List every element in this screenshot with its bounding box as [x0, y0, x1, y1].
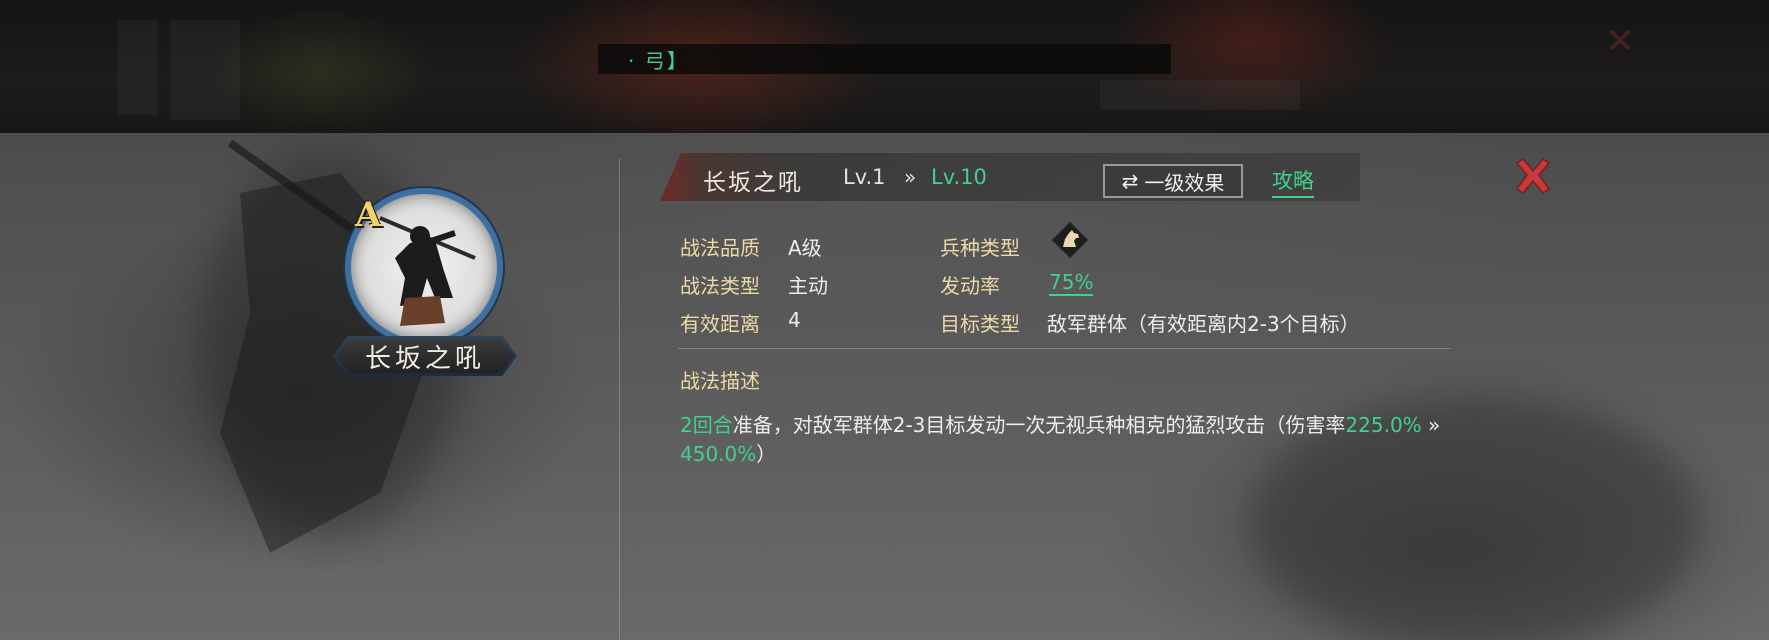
description-text: 准备，对敌军群体2-3目标发动一次无视兵种相克的猛烈攻击（伤害率	[732, 413, 1346, 437]
description-damage-from: 225.0%	[1345, 413, 1422, 437]
panel-divider	[619, 158, 620, 640]
cavalry-horse-icon	[1051, 221, 1089, 259]
description-body: 2回合准备，对敌军群体2-3目标发动一次无视兵种相克的猛烈攻击（伤害率225.0…	[680, 411, 1460, 469]
description-title: 战法描述	[680, 369, 760, 393]
description-rounds: 2回合	[680, 413, 733, 437]
level-max: Lv.10	[931, 165, 987, 189]
troop-type-label: 兵种类型	[940, 236, 1020, 260]
trigger-rate-label: 发动率	[940, 274, 1000, 298]
warrior-figure-icon	[379, 216, 476, 326]
level-effect-toggle-label: 一级效果	[1144, 170, 1225, 195]
skill-name-label: 长坂之吼	[364, 343, 485, 374]
swap-icon: ⇄	[1121, 169, 1139, 193]
target-type-label: 目标类型	[940, 312, 1020, 336]
level-arrow-icon: »	[904, 165, 917, 189]
quality-label: 战法品质	[680, 236, 760, 260]
background-decor	[118, 20, 158, 115]
range-label: 有效距离	[680, 312, 760, 336]
skill-grade-badge: A	[355, 195, 382, 235]
skill-detail-panel: A 长坂之吼 长坂之吼 Lv.1 » Lv.10 ⇄ 一级效果 攻略 战法品质 …	[0, 133, 1769, 640]
quality-value: A级	[788, 236, 822, 260]
level-effect-toggle-button[interactable]: ⇄ 一级效果	[1103, 164, 1243, 198]
section-divider	[678, 348, 1451, 349]
description-damage-to: 450.0%	[680, 442, 757, 466]
close-icon	[1515, 158, 1551, 194]
skill-title: 长坂之吼	[703, 170, 803, 196]
guide-link[interactable]: 攻略	[1272, 165, 1314, 198]
type-value: 主动	[788, 274, 828, 298]
skill-name-plate: 长坂之吼	[333, 336, 517, 376]
description-arrow: »	[1421, 413, 1441, 437]
level-current: Lv.1	[843, 165, 886, 189]
background-decor	[1100, 80, 1300, 110]
background-scene-top: · 弓】 ✕	[0, 0, 1769, 133]
background-close-icon: ✕	[1604, 21, 1636, 62]
description-close: ）	[756, 442, 777, 466]
background-decor	[170, 20, 240, 120]
target-type-value: 敌军群体（有效距离内2-3个目标）	[1047, 312, 1360, 336]
background-title-bar: · 弓】	[598, 44, 1171, 74]
type-label: 战法类型	[680, 274, 760, 298]
background-title-text: · 弓】	[628, 48, 689, 73]
trigger-rate-value[interactable]: 75%	[1049, 270, 1094, 296]
close-button[interactable]	[1509, 153, 1557, 201]
range-value: 4	[788, 308, 801, 332]
